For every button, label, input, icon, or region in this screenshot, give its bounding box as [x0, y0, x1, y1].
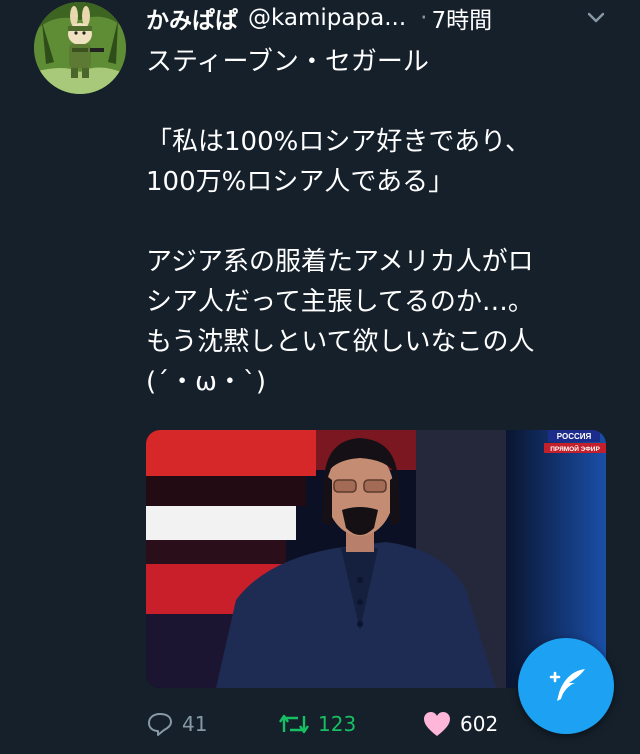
compose-tweet-icon — [549, 669, 585, 701]
user-handle[interactable]: @kamipapa... — [248, 5, 406, 31]
reply-button[interactable]: 41 — [146, 706, 207, 742]
heart-icon — [424, 712, 450, 736]
reply-icon — [148, 713, 172, 736]
channel-logo-text: РОССИЯ — [557, 432, 592, 441]
compose-tweet-button[interactable] — [518, 638, 614, 734]
reply-count: 41 — [182, 712, 208, 736]
chevron-down-icon[interactable] — [586, 8, 606, 28]
tweet-text: スティーブン・セガール 「私は100%ロシア好きであり、 100万%ロシア人であ… — [146, 47, 535, 397]
avatar-image — [34, 2, 126, 94]
channel-status-text: ПРЯМОЙ ЭФИР — [550, 444, 600, 453]
tweet-timestamp[interactable]: 7時間 — [431, 1, 492, 35]
retweet-button[interactable]: 123 — [278, 706, 356, 742]
like-count: 602 — [460, 712, 499, 736]
retweet-count: 123 — [318, 712, 357, 736]
like-button[interactable]: 602 — [422, 706, 498, 742]
display-name[interactable]: かみぱぱ — [146, 1, 238, 35]
header-separator: · — [420, 5, 428, 31]
tweet-header: かみぱぱ @kamipapa... · 7時間 — [146, 0, 626, 36]
retweet-icon — [279, 714, 309, 734]
avatar[interactable] — [34, 2, 126, 94]
